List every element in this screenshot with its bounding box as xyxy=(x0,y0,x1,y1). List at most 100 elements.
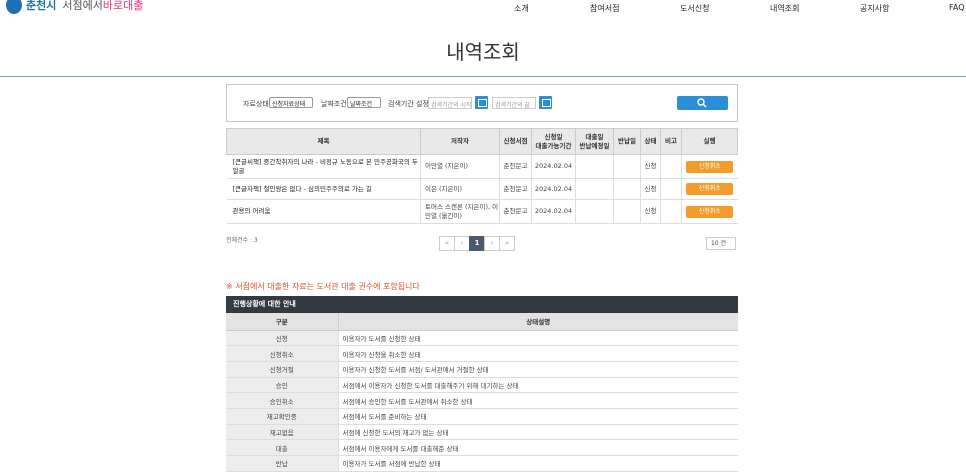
row-note xyxy=(660,199,682,224)
site-logo[interactable]: 춘천시 서점에서바로대출 xyxy=(6,0,143,14)
col-title: 제목 xyxy=(226,128,421,155)
col-store: 신청서점 xyxy=(499,128,532,155)
row-action: 신청취소 xyxy=(681,178,738,200)
header: 춘천시 서점에서바로대출 소개 참여서점 도서신청 내역조회 공지사항 FAQ xyxy=(0,0,966,18)
guide-row: 재고없음 서점에 신청한 도서의 재고가 없는 상태 xyxy=(226,424,738,441)
end-calendar-icon[interactable] xyxy=(539,96,552,109)
row-date: 2024.02.04 xyxy=(531,199,576,224)
guide-key: 승인취소 xyxy=(226,392,339,409)
nav-faq[interactable]: FAQ xyxy=(949,3,965,12)
history-table: 제목 저작자 신청서점 신청일 대출가능기간 대출일 반납예정일 반납일 상태 … xyxy=(226,128,738,224)
logo-city: 춘천시 xyxy=(26,0,57,12)
search-button[interactable] xyxy=(677,96,728,110)
cancel-request-button[interactable]: 신청취소 xyxy=(686,183,734,195)
guide-row: 반납 이용자가 도서를 서점에 반납한 상태 xyxy=(226,455,738,472)
guide-col-key: 구분 xyxy=(226,313,339,331)
guide-key: 대출 xyxy=(226,439,339,456)
row-status: 신청 xyxy=(640,154,661,179)
nav-intro[interactable]: 소개 xyxy=(514,3,529,14)
col-status: 상태 xyxy=(640,128,661,155)
cancel-request-button[interactable]: 신청취소 xyxy=(686,205,734,218)
start-date-input[interactable]: 검색기간의 시작 xyxy=(428,97,472,109)
guide-value: 이용자가 도서를 신청한 상태 xyxy=(338,330,738,347)
row-action: 신청취소 xyxy=(681,154,738,179)
table-row: 관용의 어려움 토머스 스캔론 (지은이), 이민열 (옮긴이) 춘천문고 20… xyxy=(226,199,738,224)
guide-value: 서점에서 도서를 준비하는 상태 xyxy=(338,408,738,425)
city-emblem-icon xyxy=(6,0,22,14)
guide-row: 승인 서점에서 이용자가 신청한 도서를 대출해주기 위해 대기하는 상태 xyxy=(226,377,738,394)
guide-key: 신청 xyxy=(226,330,339,347)
guide-row: 대출 서점에서 이용자에게 도서를 대출해준 상태 xyxy=(226,439,738,456)
col-request-date: 신청일 대출가능기간 xyxy=(531,128,576,155)
guide-key: 신청취소 xyxy=(226,345,339,362)
guide-row: 신청취소 이용자가 신청을 취소한 상태 xyxy=(226,345,738,362)
guide-key: 반납 xyxy=(226,455,339,472)
guide-value: 서점에서 이용자에게 도서를 대출해준 상태 xyxy=(338,439,738,456)
row-status: 신청 xyxy=(640,178,661,200)
row-date: 2024.02.04 xyxy=(531,154,576,179)
row-return xyxy=(613,199,641,224)
date-condition-label: 날짜조건 xyxy=(321,100,347,108)
row-title[interactable]: [큰글자책] 철인왕은 없다 - 심의민주주의로 가는 길 xyxy=(226,178,421,200)
guide-row: 재고확인중 서점에서 도서를 준비하는 상태 xyxy=(226,408,738,425)
search-panel: 자료상태 신청자료상태 날짜조건 날짜조건 검색기간 설정 검색기간의 시작 검… xyxy=(226,84,738,122)
row-return xyxy=(613,154,641,179)
search-icon xyxy=(697,98,707,108)
guide-row: 신청거절 이용자가 신청한 도서를 서점/ 도서관에서 거절한 상태 xyxy=(226,361,738,378)
guide-row: 신청 이용자가 도서를 신청한 상태 xyxy=(226,330,738,347)
prev-page-button[interactable]: ‹ xyxy=(454,236,470,251)
row-status: 신청 xyxy=(640,199,661,224)
nav-history[interactable]: 내역조회 xyxy=(770,3,799,14)
last-page-button[interactable]: » xyxy=(499,236,515,251)
row-action: 신청취소 xyxy=(681,199,738,224)
guide-key: 재고없음 xyxy=(226,424,339,441)
guide-value: 서점에 신청한 도서의 재고가 없는 상태 xyxy=(338,424,738,441)
row-note xyxy=(660,178,682,200)
status-guide-table: 구분 상태설명 신청 이용자가 도서를 신청한 상태 신청취소 이용자가 신청을 취… xyxy=(226,313,738,472)
date-condition-select[interactable]: 날짜조건 xyxy=(347,97,381,108)
row-date: 2024.02.04 xyxy=(531,178,576,200)
logo-service: 서점에서바로대출 xyxy=(62,0,144,12)
total-count: 전체건수 : 3 xyxy=(226,237,258,244)
guide-col-value: 상태설명 xyxy=(338,313,738,331)
nav-stores[interactable]: 참여서점 xyxy=(590,3,619,14)
cancel-request-button[interactable]: 신청취소 xyxy=(686,160,734,173)
loan-notice: ※ 서점에서 대출한 자료는 도서관 대출 권수에 포함됩니다 xyxy=(226,282,420,291)
row-store: 춘천문고 xyxy=(499,199,532,224)
guide-key: 신청거절 xyxy=(226,361,339,378)
guide-row: 승인취소 서점에서 승인한 도서를 도서관에서 취소한 상태 xyxy=(226,392,738,409)
row-title[interactable]: 관용의 어려움 xyxy=(226,199,421,224)
guide-value: 이용자가 신청을 취소한 상태 xyxy=(338,345,738,362)
guide-key: 재고확인중 xyxy=(226,408,339,425)
guide-value: 이용자가 신청한 도서를 서점/ 도서관에서 거절한 상태 xyxy=(338,361,738,378)
nav-request[interactable]: 도서신청 xyxy=(680,3,709,14)
row-author: 이만열 (지은이) xyxy=(420,154,500,179)
col-return-date: 반납일 xyxy=(613,128,641,155)
start-calendar-icon[interactable] xyxy=(475,96,488,109)
material-status-select[interactable]: 신청자료상태 xyxy=(269,97,313,108)
page-title: 내역조회 xyxy=(446,40,520,64)
title-divider xyxy=(0,76,966,77)
row-store: 춘천문고 xyxy=(499,154,532,179)
row-loan xyxy=(575,178,614,200)
col-action: 실행 xyxy=(681,128,738,155)
guide-value: 서점에서 승인한 도서를 도서관에서 취소한 상태 xyxy=(338,392,738,409)
table-row: [큰글씨책] 중간착취자의 나라 - 비정규 노동으로 본 민주공화국의 두 얼… xyxy=(226,154,738,179)
nav-notice[interactable]: 공지사항 xyxy=(860,3,889,14)
table-row: [큰글자책] 철인왕은 없다 - 심의민주주의로 가는 길 이은 (지은이) 춘… xyxy=(226,178,738,200)
guide-key: 승인 xyxy=(226,377,339,394)
col-note: 비고 xyxy=(660,128,682,155)
guide-title: 진행상황에 대한 안내 xyxy=(226,296,738,313)
col-loan-date: 대출일 반납예정일 xyxy=(575,128,614,155)
guide-value: 이용자가 도서를 서점에 반납한 상태 xyxy=(338,455,738,472)
next-page-button[interactable]: › xyxy=(484,236,500,251)
row-author: 이은 (지은이) xyxy=(420,178,500,200)
pagination: « ‹ 1 › » xyxy=(439,236,515,251)
page-size-select[interactable]: 10 건 xyxy=(706,237,736,250)
row-title[interactable]: [큰글씨책] 중간착취자의 나라 - 비정규 노동으로 본 민주공화국의 두 얼… xyxy=(226,154,421,179)
row-author: 토머스 스캔론 (지은이), 이민열 (옮긴이) xyxy=(420,199,500,224)
page-button-current[interactable]: 1 xyxy=(469,236,485,251)
first-page-button[interactable]: « xyxy=(439,236,455,251)
end-date-input[interactable]: 검색기간의 끝 xyxy=(492,97,536,109)
guide-value: 서점에서 이용자가 신청한 도서를 대출해주기 위해 대기하는 상태 xyxy=(338,377,738,394)
